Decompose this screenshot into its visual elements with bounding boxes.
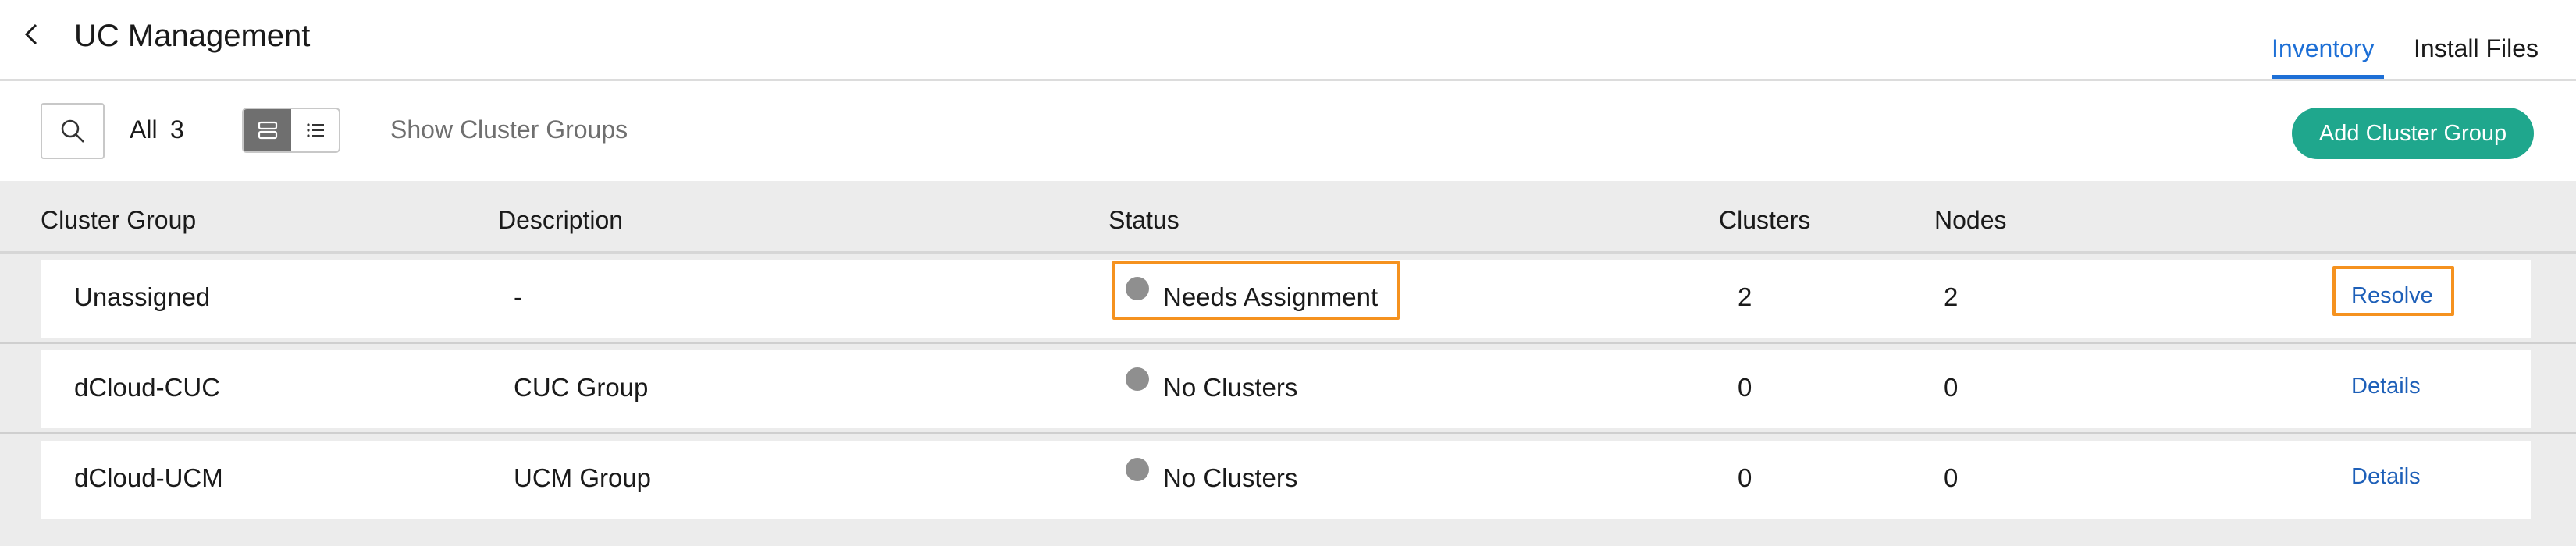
status-text: Needs Assignment — [1163, 282, 1379, 311]
card-view-icon — [258, 121, 277, 140]
status-text: No Clusters — [1163, 373, 1298, 402]
nodes-count: 0 — [1944, 463, 1959, 492]
column-header-description[interactable]: Description — [498, 206, 623, 235]
tab-install-files[interactable]: Install Files — [2414, 31, 2539, 66]
clusters-count: 2 — [1738, 282, 1752, 311]
nodes-count: 2 — [1944, 282, 1959, 311]
card-view-button[interactable] — [244, 109, 291, 151]
table-header: Cluster Group Description Status Cluster… — [0, 181, 2576, 251]
show-cluster-groups-toggle[interactable]: Show Cluster Groups — [390, 115, 628, 144]
status-text: No Clusters — [1163, 463, 1298, 492]
back-button[interactable] — [17, 19, 48, 50]
cluster-group-name: dCloud-CUC — [74, 373, 221, 402]
list-view-icon — [306, 123, 324, 137]
active-tab-indicator — [2272, 75, 2384, 79]
resolve-link[interactable]: Resolve — [2351, 283, 2433, 309]
status-dot-icon — [1126, 277, 1149, 300]
status-dot-icon — [1126, 458, 1149, 481]
add-cluster-group-button[interactable]: Add Cluster Group — [2292, 108, 2534, 159]
chevron-left-icon — [24, 23, 37, 45]
cluster-group-name: dCloud-UCM — [74, 463, 223, 492]
search-icon — [61, 119, 84, 143]
filter-count: 3 — [170, 115, 184, 144]
cluster-group-description: - — [514, 282, 522, 311]
clusters-count: 0 — [1738, 463, 1752, 492]
clusters-count: 0 — [1738, 373, 1752, 402]
view-toggle — [242, 108, 340, 153]
table-row: dCloud-CUC CUC Group No Clusters 0 0 Det… — [0, 344, 2576, 434]
page-title: UC Management — [74, 19, 311, 53]
column-header-clusters[interactable]: Clusters — [1719, 206, 1810, 235]
cluster-group-description: UCM Group — [514, 463, 652, 492]
filter-label: All — [130, 115, 158, 144]
cluster-group-name: Unassigned — [74, 282, 211, 311]
cluster-group-table: Cluster Group Description Status Cluster… — [0, 181, 2576, 546]
table-row: Unassigned - Needs Assignment 2 2 Resolv… — [0, 254, 2576, 344]
list-view-button[interactable] — [291, 109, 339, 151]
status-dot-icon — [1126, 367, 1149, 391]
search-button[interactable] — [41, 103, 105, 159]
column-header-cluster-group[interactable]: Cluster Group — [41, 206, 196, 235]
column-header-status[interactable]: Status — [1108, 206, 1179, 235]
toolbar: All 3 Show Cluster Groups Add Cluster Gr… — [0, 81, 2576, 181]
column-header-nodes[interactable]: Nodes — [1934, 206, 2007, 235]
cluster-group-description: CUC Group — [514, 373, 649, 402]
page-header: UC Management Inventory Install Files — [0, 0, 2576, 81]
details-link[interactable]: Details — [2351, 464, 2421, 490]
tab-inventory[interactable]: Inventory — [2272, 31, 2375, 66]
table-row: dCloud-UCM UCM Group No Clusters 0 0 Det… — [0, 434, 2576, 525]
nodes-count: 0 — [1944, 373, 1959, 402]
details-link[interactable]: Details — [2351, 374, 2421, 399]
